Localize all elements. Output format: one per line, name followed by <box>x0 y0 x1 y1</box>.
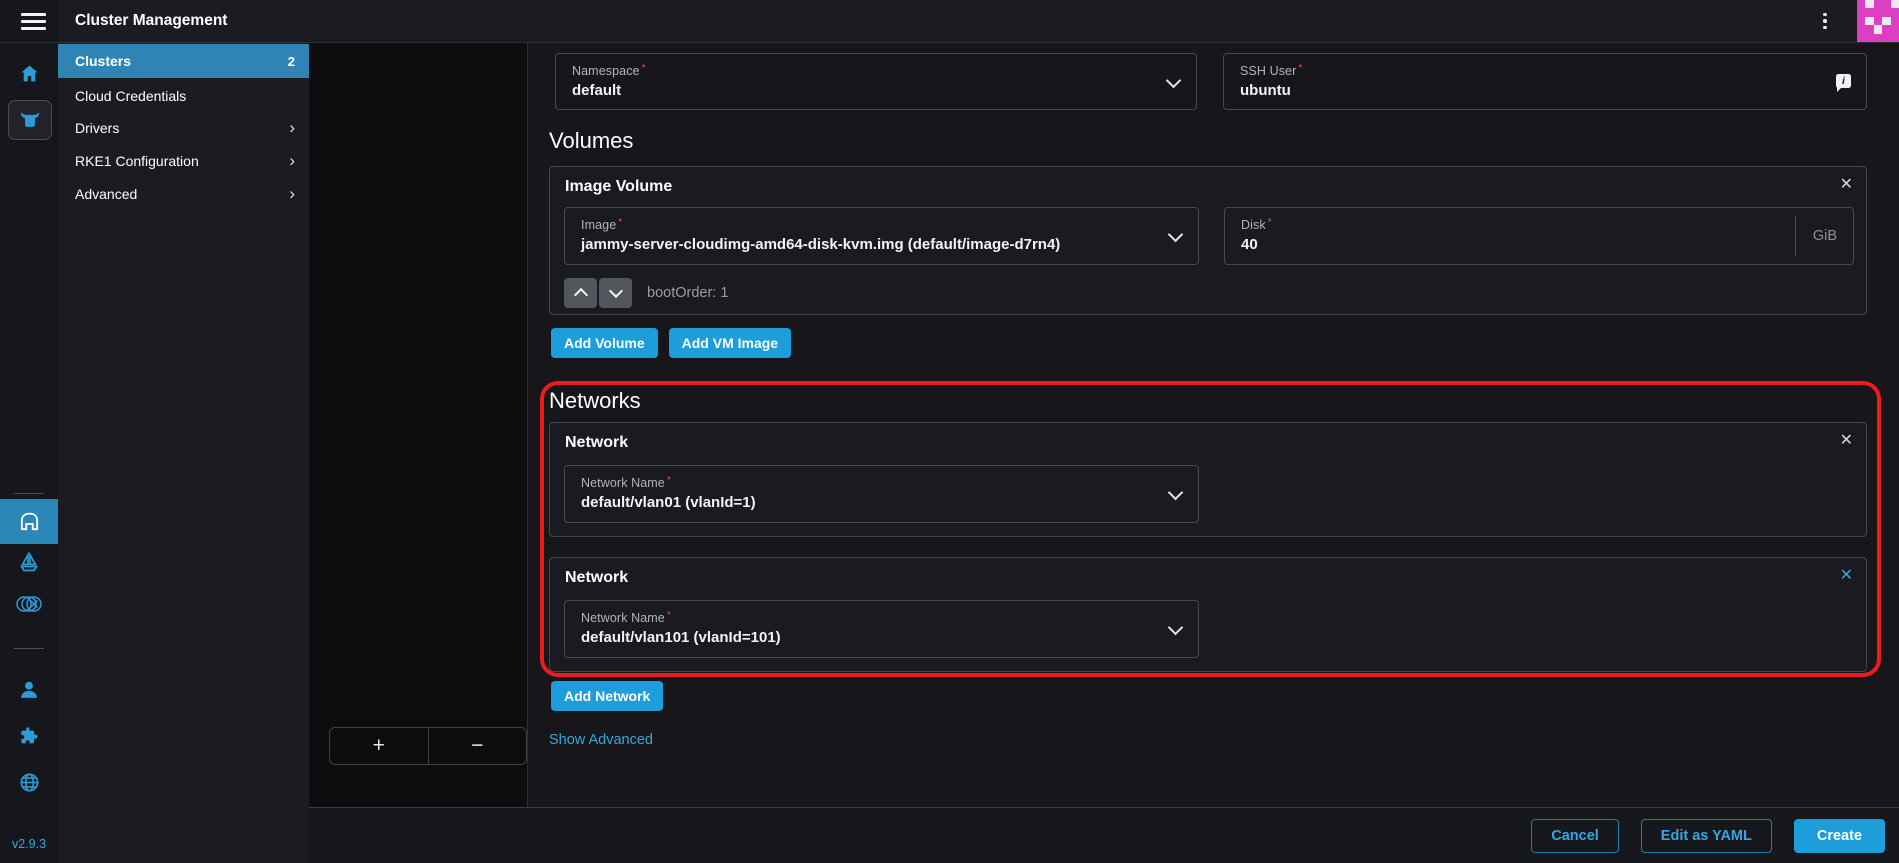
fleet-boat-icon[interactable] <box>0 550 58 574</box>
sidebar-nav: Clusters 2 Cloud Credentials Drivers › R… <box>58 42 309 863</box>
close-icon[interactable]: ✕ <box>1840 177 1853 193</box>
chevron-right-icon: › <box>289 119 295 136</box>
move-up-button[interactable] <box>564 278 597 308</box>
sidebar-item-advanced[interactable]: Advanced › <box>58 178 309 210</box>
hamburger-menu-icon[interactable] <box>21 13 46 30</box>
networks-heading: Networks <box>549 388 641 414</box>
volume-buttons-row: Add Volume Add VM Image <box>551 328 791 358</box>
zoom-in-button[interactable]: + <box>330 728 429 764</box>
zoom-out-button[interactable]: − <box>429 728 527 764</box>
cluster-form: Namespace* default SSH User* ubuntu Volu… <box>528 42 1899 807</box>
network-title: Network <box>565 569 628 587</box>
chevron-down-icon <box>1168 227 1184 243</box>
chevron-right-icon: › <box>289 185 295 202</box>
image-volume-box: Image Volume ✕ Image* jammy-server-cloud… <box>549 166 1867 315</box>
chevron-down-icon <box>1166 72 1182 88</box>
rail-divider <box>14 648 44 649</box>
image-volume-title: Image Volume <box>565 178 672 196</box>
sidebar-item-drivers[interactable]: Drivers › <box>58 112 309 144</box>
ssh-user-input[interactable]: SSH User* ubuntu <box>1223 53 1867 110</box>
boot-order-label: bootOrder: 1 <box>647 285 728 301</box>
pool-preview-panel: + − <box>309 42 528 807</box>
chevron-down-icon <box>1168 620 1184 636</box>
network-name-select-1[interactable]: Network Name* default/vlan01 (vlanId=1) <box>564 465 1199 523</box>
image-select[interactable]: Image* jammy-server-cloudimg-amd64-disk-… <box>564 207 1199 265</box>
cancel-button[interactable]: Cancel <box>1531 819 1619 853</box>
sidebar-item-rke1-configuration[interactable]: RKE1 Configuration › <box>58 145 309 177</box>
chevron-right-icon: › <box>289 152 295 169</box>
harvester-icon-selected[interactable] <box>0 499 58 544</box>
network-name-select-2[interactable]: Network Name* default/vlan101 (vlanId=10… <box>564 600 1199 658</box>
close-icon[interactable]: ✕ <box>1840 568 1853 584</box>
show-advanced-link[interactable]: Show Advanced <box>549 732 653 748</box>
move-down-button[interactable] <box>599 278 632 308</box>
virtualization-coils-icon[interactable] <box>0 592 58 616</box>
volumes-heading: Volumes <box>549 128 633 154</box>
sidebar-item-clusters[interactable]: Clusters 2 <box>58 44 309 78</box>
add-vm-image-button[interactable]: Add VM Image <box>669 328 791 358</box>
info-tooltip-icon[interactable] <box>1836 74 1851 88</box>
version-label[interactable]: v2.9.3 <box>0 837 58 851</box>
zoom-control: + − <box>329 727 527 765</box>
clusters-count-badge: 2 <box>288 54 295 69</box>
sidebar-item-cloud-credentials[interactable]: Cloud Credentials <box>58 80 309 112</box>
top-header: Cluster Management <box>0 0 1899 43</box>
avatar[interactable] <box>1857 0 1899 42</box>
add-network-button[interactable]: Add Network <box>551 681 663 711</box>
create-button[interactable]: Create <box>1794 819 1885 853</box>
close-icon[interactable]: ✕ <box>1840 433 1853 449</box>
page-title: Cluster Management <box>75 0 227 42</box>
disk-size-input[interactable]: Disk* 40 GiB <box>1224 207 1854 265</box>
network-box-2: Network ✕ Network Name* default/vlan101 … <box>549 557 1867 672</box>
chevron-down-icon <box>1168 485 1184 501</box>
unit-divider <box>1795 216 1796 256</box>
app-rail: v2.9.3 <box>0 42 58 863</box>
network-buttons-row: Add Network <box>551 681 663 711</box>
form-footer: Cancel Edit as YAML Create <box>309 807 1899 863</box>
add-volume-button[interactable]: Add Volume <box>551 328 658 358</box>
namespace-select[interactable]: Namespace* default <box>555 53 1197 110</box>
extensions-puzzle-icon[interactable] <box>0 724 58 748</box>
network-title: Network <box>565 434 628 452</box>
edit-as-yaml-button[interactable]: Edit as YAML <box>1641 819 1772 853</box>
globe-icon[interactable] <box>0 770 58 794</box>
network-box-1: Network ✕ Network Name* default/vlan01 (… <box>549 422 1867 537</box>
users-icon[interactable] <box>0 678 58 702</box>
rail-divider <box>14 493 44 494</box>
home-icon[interactable] <box>0 62 58 84</box>
boot-order-row: bootOrder: 1 <box>564 278 728 308</box>
rancher-icon[interactable] <box>8 100 52 140</box>
kebab-menu-icon[interactable] <box>1813 9 1837 33</box>
disk-unit-label: GiB <box>1813 228 1837 244</box>
